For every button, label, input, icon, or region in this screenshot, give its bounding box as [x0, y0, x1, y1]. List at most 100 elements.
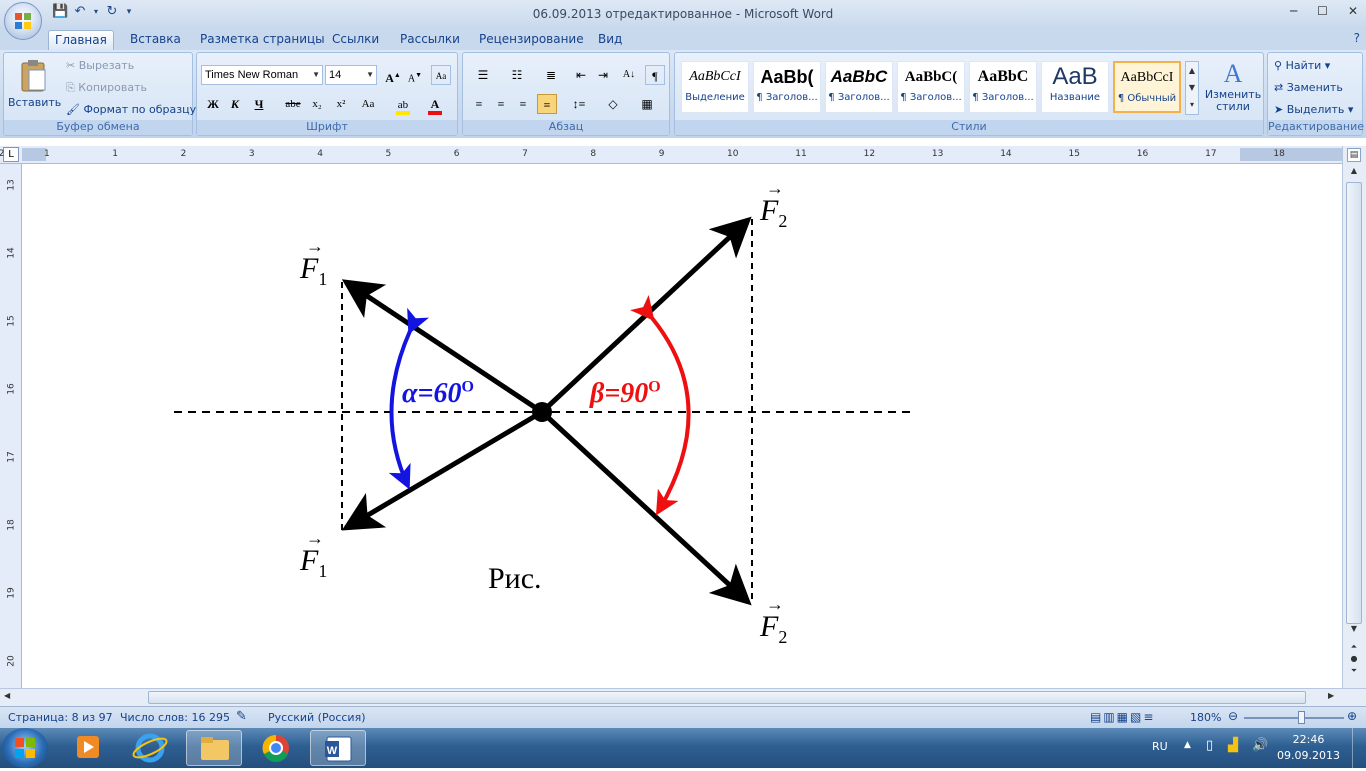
network-icon[interactable]: ▟: [1228, 738, 1238, 753]
proofing-icon[interactable]: ✎: [236, 709, 247, 724]
bullets-icon[interactable]: ☰: [469, 65, 497, 85]
align-left-icon[interactable]: ≡: [469, 94, 489, 114]
replace-button[interactable]: ⇄ Заменить: [1274, 81, 1343, 94]
decrease-indent-icon[interactable]: ⇤: [571, 65, 591, 85]
show-desktop-button[interactable]: [1352, 728, 1366, 768]
style-heading-3[interactable]: AaBbC(¶ Заголов...: [897, 61, 965, 113]
page-count[interactable]: Страница: 8 из 97: [8, 711, 113, 724]
system-clock[interactable]: 22:46 09.09.2013: [1277, 732, 1340, 764]
highlight-button[interactable]: ab: [389, 94, 417, 115]
style-heading-2[interactable]: AaBbC ¶ Заголов...: [825, 61, 893, 113]
tab-insert[interactable]: Вставка: [124, 30, 187, 50]
font-size-select[interactable]: 14 ▼: [325, 65, 377, 85]
change-styles-button[interactable]: A Изменить стили: [1203, 59, 1263, 113]
tab-home[interactable]: Главная: [48, 30, 114, 50]
style-normal[interactable]: AaBbCcI ¶ Обычный: [1113, 61, 1181, 113]
start-button[interactable]: [2, 728, 48, 768]
zoom-level[interactable]: 180%: [1190, 711, 1221, 724]
select-button[interactable]: ➤ Выделить ▾: [1274, 103, 1353, 116]
italic-button[interactable]: К: [225, 94, 245, 114]
tab-mailings[interactable]: Рассылки: [394, 30, 466, 50]
line-spacing-icon[interactable]: ↕≡: [565, 94, 593, 114]
find-button[interactable]: ⚲ Найти ▾: [1274, 59, 1330, 72]
grow-font-button[interactable]: A▲: [383, 65, 403, 85]
input-language[interactable]: RU: [1152, 740, 1168, 753]
document-page[interactable]: → F1 → F2 → F1 → F2 α=60O β=90O Рис.: [22, 164, 1342, 688]
ruler-number: 2: [180, 149, 187, 159]
underline-button[interactable]: Ч: [249, 94, 269, 114]
paste-label: Вставить: [8, 96, 62, 109]
ruler-number: 1: [112, 149, 119, 159]
zoom-slider-thumb[interactable]: [1298, 711, 1305, 724]
battery-icon[interactable]: ▯: [1206, 738, 1213, 753]
next-page-icon[interactable]: ⏷: [1347, 666, 1361, 678]
subscript-button[interactable]: x₂: [307, 94, 327, 114]
taskbar-chrome[interactable]: [248, 730, 304, 766]
scroll-right-icon[interactable]: ▶: [1328, 691, 1334, 700]
horizontal-scrollbar[interactable]: ◀ ▶: [0, 688, 1366, 706]
cut-button[interactable]: ✂ Вырезать: [66, 59, 134, 72]
language-indicator[interactable]: Русский (Россия): [268, 711, 366, 724]
styles-scroll[interactable]: ▲ ▼ ▾: [1185, 61, 1199, 115]
horizontal-ruler[interactable]: L 2 1 1 2 3 4 5 6 7 8 9 10 11 12 13 14 15 16 17 18: [0, 146, 1366, 164]
browse-object-icon[interactable]: ●: [1347, 654, 1361, 666]
tab-selector[interactable]: L: [3, 147, 19, 162]
numbering-icon[interactable]: ☷: [503, 65, 531, 85]
taskbar-explorer[interactable]: [186, 730, 242, 766]
align-right-icon[interactable]: ≡: [513, 94, 533, 114]
strikethrough-button[interactable]: abe: [283, 94, 303, 114]
zoom-in-icon[interactable]: ⊕: [1347, 709, 1357, 723]
tab-view[interactable]: Вид: [592, 30, 628, 50]
view-buttons[interactable]: ▤▥▦▧≡: [1090, 710, 1155, 724]
clear-formatting-button[interactable]: Aa: [431, 65, 451, 85]
office-button[interactable]: [4, 2, 42, 40]
increase-indent-icon[interactable]: ⇥: [593, 65, 613, 85]
close-icon[interactable]: ✕: [1348, 4, 1358, 18]
chevron-down-icon: ▼: [312, 70, 320, 79]
tray-expand-icon[interactable]: ▲: [1184, 740, 1191, 750]
scroll-left-icon[interactable]: ◀: [4, 691, 10, 700]
bold-button[interactable]: Ж: [203, 94, 223, 114]
borders-icon[interactable]: ▦: [633, 94, 661, 114]
scroll-down-icon[interactable]: ▼: [1347, 624, 1361, 638]
help-icon[interactable]: ?: [1354, 31, 1360, 45]
format-painter-button[interactable]: 🖌 Формат по образцу: [66, 103, 196, 116]
word-count[interactable]: Число слов: 16 295: [120, 711, 230, 724]
horizontal-scroll-thumb[interactable]: [148, 691, 1306, 704]
tab-review[interactable]: Рецензирование: [473, 30, 590, 50]
maximize-icon[interactable]: ☐: [1317, 4, 1328, 18]
editing-group: ⚲ Найти ▾ ⇄ Заменить ➤ Выделить ▾ Редакт…: [1267, 52, 1364, 136]
tab-references[interactable]: Ссылки: [326, 30, 385, 50]
shrink-font-button[interactable]: A▼: [405, 65, 425, 85]
zoom-out-icon[interactable]: ⊖: [1228, 709, 1238, 723]
align-center-icon[interactable]: ≡: [491, 94, 511, 114]
volume-icon[interactable]: 🔊: [1252, 738, 1268, 753]
justify-icon[interactable]: ≡: [537, 94, 557, 114]
change-case-button[interactable]: Aa: [355, 94, 381, 114]
scroll-up-icon[interactable]: ▲: [1347, 166, 1361, 180]
taskbar-word[interactable]: W: [310, 730, 366, 766]
taskbar-media-player[interactable]: [60, 730, 116, 766]
style-emphasis[interactable]: AaBbCcI Выделение: [681, 61, 749, 113]
prev-page-icon[interactable]: ⏶: [1347, 642, 1361, 654]
style-heading-4[interactable]: AaBbC ¶ Заголов...: [969, 61, 1037, 113]
multilevel-list-icon[interactable]: ≣: [537, 65, 565, 85]
vertical-scrollbar[interactable]: ▤ ▲ ▼ ⏶ ● ⏷: [1342, 146, 1366, 688]
show-marks-icon[interactable]: ¶: [645, 65, 665, 85]
shading-icon[interactable]: ◇: [599, 94, 627, 114]
scroll-thumb[interactable]: [1346, 182, 1362, 624]
zoom-slider[interactable]: [1244, 717, 1344, 719]
ruler-toggle-icon[interactable]: ▤: [1347, 148, 1361, 162]
taskbar-internet-explorer[interactable]: [122, 730, 178, 766]
tab-page-layout[interactable]: Разметка страницы: [194, 30, 331, 50]
font-name-select[interactable]: Times New Roman ▼: [201, 65, 323, 85]
copy-button[interactable]: ⎘ Копировать: [66, 81, 147, 95]
vertical-ruler[interactable]: 13 14 15 16 17 18 19 20: [0, 164, 22, 688]
style-heading-1[interactable]: AaBb(¶ Заголов...: [753, 61, 821, 113]
font-color-button[interactable]: A: [421, 94, 449, 115]
minimize-icon[interactable]: ─: [1290, 4, 1297, 18]
superscript-button[interactable]: x²: [331, 94, 351, 114]
style-title[interactable]: AaB Название: [1041, 61, 1109, 113]
paste-button[interactable]: Вставить: [8, 57, 62, 117]
sort-icon[interactable]: A↓: [619, 65, 639, 85]
